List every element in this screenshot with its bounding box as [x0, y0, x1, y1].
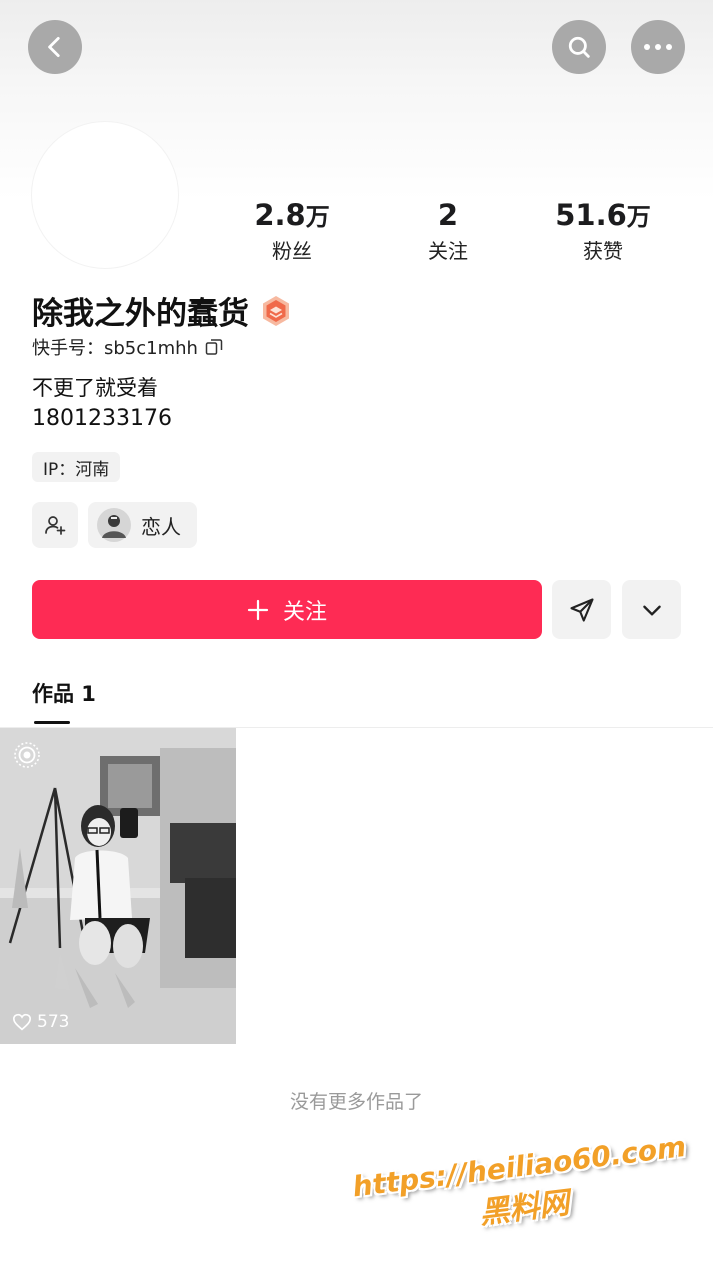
- chevron-left-icon: [48, 36, 60, 58]
- follow-button[interactable]: 关注: [32, 580, 542, 639]
- more-button[interactable]: [631, 20, 685, 74]
- stat-label: 粉丝: [272, 239, 312, 263]
- profile-name-row: 除我之外的蠢货: [32, 288, 291, 333]
- relation-chip[interactable]: 恋人: [88, 502, 197, 548]
- stat-label: 关注: [428, 239, 468, 263]
- ip-location-tag: IP：河南: [32, 452, 121, 482]
- account-id: 快手号：sb5c1mhh: [32, 338, 198, 359]
- account-id-row: 快手号：sb5c1mhh: [32, 334, 223, 360]
- tab-indicator: [34, 721, 70, 724]
- live-photo-icon: [14, 742, 40, 768]
- copy-icon[interactable]: [205, 338, 223, 356]
- search-icon: [568, 36, 590, 58]
- stat-followers[interactable]: 2.8万 粉丝: [222, 196, 362, 266]
- back-button[interactable]: [28, 20, 82, 74]
- work-cover-image: [0, 728, 236, 1044]
- search-button[interactable]: [552, 20, 606, 74]
- message-button[interactable]: [552, 580, 611, 639]
- relation-avatar: [97, 508, 131, 542]
- plus-icon: [247, 599, 269, 620]
- avatar[interactable]: [31, 121, 179, 269]
- work-like-count: 573: [12, 1012, 69, 1032]
- stat-value: 2: [437, 198, 459, 232]
- add-friend-button[interactable]: [32, 502, 78, 548]
- stat-likes[interactable]: 51.6万 获赞: [533, 196, 673, 266]
- no-more-works-note: 没有更多作品了: [289, 1091, 423, 1113]
- add-user-icon: [45, 516, 66, 535]
- tab-works[interactable]: 作品 1: [32, 678, 96, 708]
- more-horizontal-icon: [644, 44, 672, 50]
- work-thumbnail[interactable]: 573: [0, 728, 236, 1044]
- stat-label: 获赞: [583, 239, 623, 263]
- send-icon: [569, 597, 594, 622]
- badge-icon[interactable]: [261, 295, 291, 327]
- chevron-down-icon: [642, 605, 661, 616]
- bio-line: 不更了就受着: [32, 376, 158, 400]
- heart-icon: [12, 1013, 32, 1031]
- relation-label: 恋人: [141, 514, 181, 539]
- stat-following[interactable]: 2 关注: [378, 196, 518, 266]
- bio-line: 1801233176: [32, 406, 172, 431]
- like-count-value: 573: [37, 1012, 70, 1032]
- watermark: https://heiliao60.com 黑料网: [349, 1130, 696, 1249]
- follow-label: 关注: [282, 599, 327, 625]
- stat-value: 2.8万: [254, 198, 330, 232]
- expand-button[interactable]: [622, 580, 681, 639]
- profile-name: 除我之外的蠢货: [32, 296, 249, 332]
- stat-value: 51.6万: [555, 198, 651, 232]
